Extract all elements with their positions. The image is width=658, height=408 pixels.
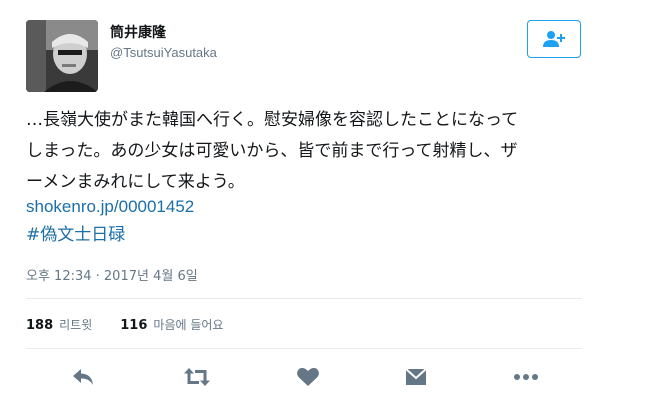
- divider: [26, 348, 582, 349]
- tweet-stats: 188 리트윗 116 마음에 들어요: [26, 316, 251, 333]
- hashtag-link[interactable]: #偽文士日碌: [26, 222, 125, 248]
- retweet-label: 리트윗: [59, 318, 93, 332]
- tweet-link[interactable]: shokenro.jp/00001452: [26, 194, 194, 220]
- add-user-icon: [543, 31, 565, 47]
- envelope-icon: [405, 368, 427, 385]
- user-avatar-photo-icon: [26, 20, 98, 92]
- reply-button[interactable]: [68, 362, 98, 392]
- more-button[interactable]: [511, 362, 541, 392]
- tweet-timestamp[interactable]: 오후 12:34 · 2017년 4월 6일: [26, 265, 198, 284]
- display-name[interactable]: 筒井康隆: [110, 22, 166, 42]
- action-bar: [0, 362, 658, 392]
- tweet-card: 筒井康隆 @TsutsuiYasutaka …長嶺大使がまた韓国へ行く。慰安婦像…: [0, 0, 658, 408]
- direct-message-button[interactable]: [401, 362, 431, 392]
- retweet-icon: [184, 368, 210, 386]
- like-count: 116: [120, 318, 148, 333]
- heart-icon: [297, 367, 319, 386]
- tweet-text-line: しまった。あの少女は可愛いから、皆で前まで行って射精し、ザ: [26, 141, 518, 161]
- like-stat[interactable]: 116 마음에 들어요: [120, 316, 223, 333]
- follow-button[interactable]: [527, 20, 581, 58]
- user-handle[interactable]: @TsutsuiYasutaka: [110, 45, 217, 60]
- retweet-stat[interactable]: 188 리트윗: [26, 316, 92, 333]
- tweet-text: …長嶺大使がまた韓国へ行く。慰安婦像を容認したことになって しまった。あの少女は…: [26, 105, 616, 198]
- tweet-text-line: …長嶺大使がまた韓国へ行く。慰安婦像を容認したことになって: [26, 110, 519, 130]
- like-button[interactable]: [293, 362, 323, 392]
- divider: [26, 298, 582, 299]
- retweet-count: 188: [26, 318, 54, 333]
- retweet-button[interactable]: [182, 362, 212, 392]
- avatar[interactable]: [26, 20, 98, 92]
- like-label: 마음에 들어요: [153, 318, 224, 332]
- reply-icon: [73, 369, 93, 385]
- more-icon: [514, 374, 538, 380]
